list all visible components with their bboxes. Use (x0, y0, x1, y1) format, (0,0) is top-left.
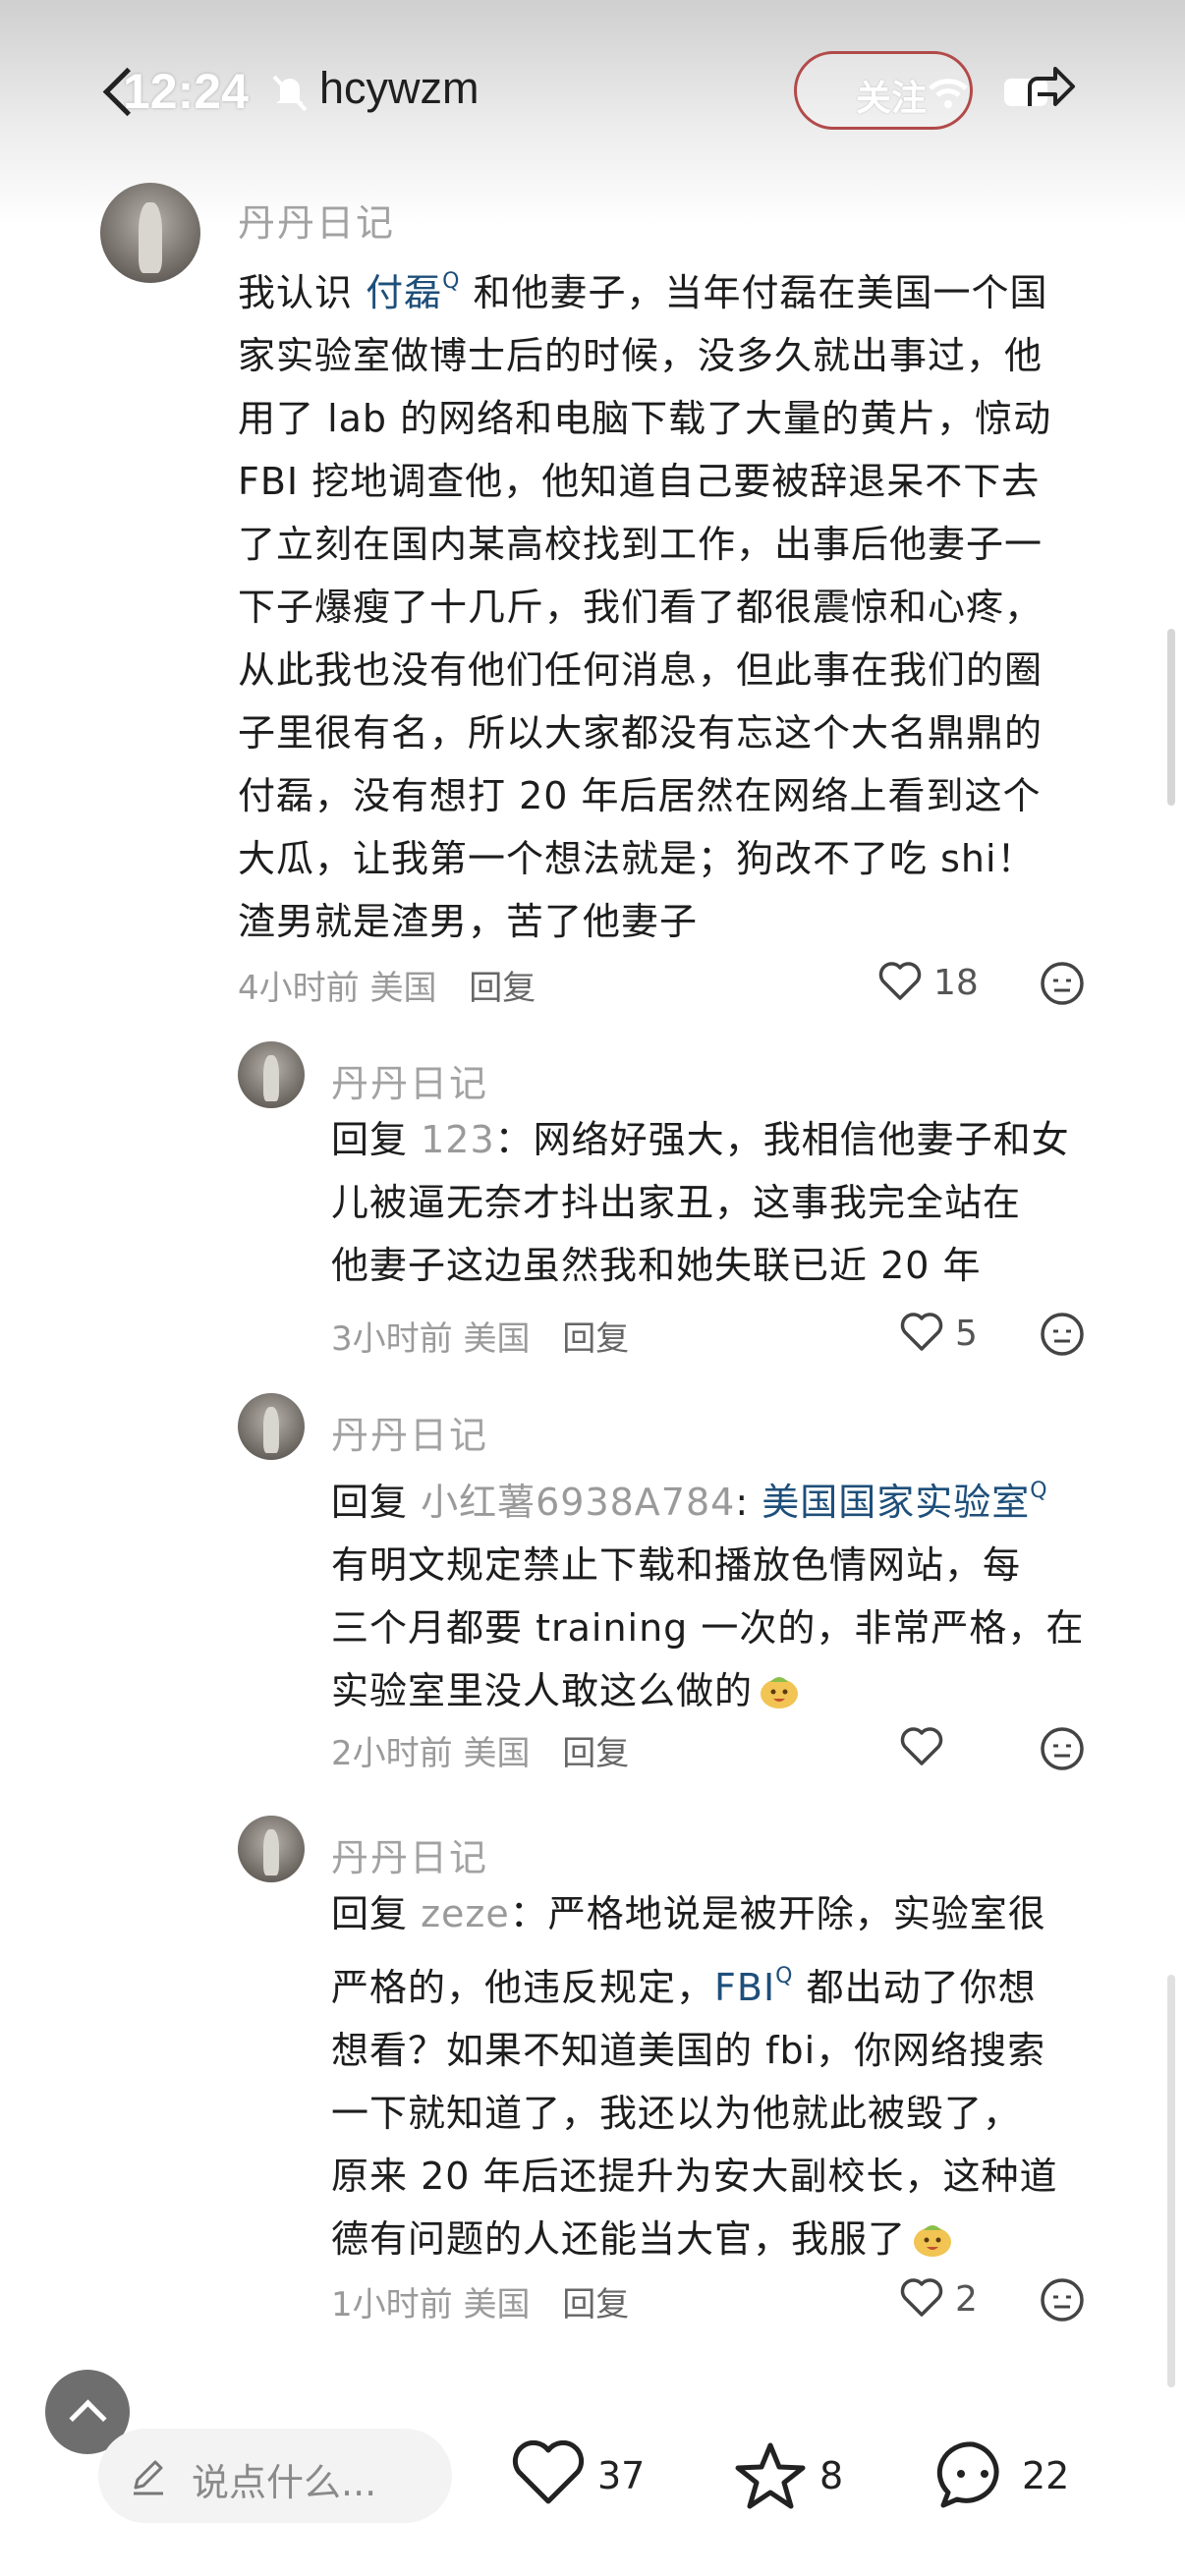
comment-meta: 1小时前 美国 回复 (331, 2277, 629, 2325)
heart-icon[interactable] (877, 961, 923, 1002)
laughing-emoji-icon (914, 2225, 952, 2257)
comment-text: 回复 小红薯6938A784: 美国国家实验室Q 有明文规定禁止下载和播放色情网… (331, 1479, 1085, 1712)
comment-bubble-icon[interactable] (935, 2438, 1010, 2513)
reply-button[interactable]: 回复 (562, 1734, 629, 1773)
comment-meta: 2小时前 美国 回复 (331, 1726, 629, 1774)
pencil-icon (134, 2460, 163, 2495)
top-bar: 12:24 hcywzm 关注 (0, 0, 1185, 187)
comment-author[interactable]: 丹丹日记 (331, 1827, 488, 1881)
comment-author[interactable]: 丹丹日记 (331, 1053, 488, 1107)
comment-count: 22 (1022, 2454, 1070, 2497)
comment-location: 美国 (463, 2285, 531, 2324)
comment-time: 3小时前 (331, 1319, 453, 1359)
emoji-react-icon[interactable] (1040, 961, 1085, 1006)
avatar[interactable] (238, 1041, 305, 1108)
comment-text: 我认识 付磊Q 和他妻子，当年付磊在美国一个国 家实验室做博士后的时候，没多久就… (238, 269, 1052, 943)
scrollbar-track (1167, 1975, 1175, 2387)
search-icon: Q (775, 1964, 794, 1988)
emoji-react-icon[interactable] (1040, 1726, 1085, 1771)
mention-link[interactable]: 付磊 (366, 271, 442, 314)
avatar[interactable] (238, 1816, 305, 1882)
reply-button[interactable]: 回复 (562, 1319, 629, 1359)
comment-meta: 3小时前 美国 回复 (331, 1312, 629, 1360)
comment-time: 1小时前 (331, 2285, 453, 2324)
reply-to-user[interactable]: 123 (421, 1118, 495, 1161)
mention-link[interactable]: FBI (714, 1966, 775, 2009)
like-count: 5 (955, 1314, 978, 1354)
emoji-react-icon[interactable] (1040, 1312, 1085, 1357)
comment-author[interactable]: 丹丹日记 (331, 1405, 488, 1459)
search-icon: Q (1030, 1479, 1048, 1503)
comment-text: 回复 zeze：严格地说是被开除，实验室很 严格的，他违反规定，FBIQ 都出动… (331, 1892, 1058, 2261)
star-icon[interactable] (733, 2440, 808, 2511)
comment-meta: 4小时前 美国 回复 (238, 961, 536, 1009)
chevron-up-icon (69, 2399, 107, 2437)
like-heart-icon[interactable] (511, 2440, 586, 2507)
heart-icon[interactable] (899, 1726, 944, 1767)
share-icon[interactable] (1022, 61, 1077, 116)
heart-icon[interactable] (899, 2277, 944, 2319)
comment-location: 美国 (463, 1734, 531, 1773)
emoji-react-icon[interactable] (1040, 2277, 1085, 2323)
avatar[interactable] (100, 183, 200, 283)
avatar[interactable] (238, 1393, 305, 1460)
mute-bell-icon (272, 75, 308, 112)
status-clock: 12:24 (123, 64, 249, 119)
comment-location: 美国 (369, 969, 437, 1008)
scrollbar[interactable] (1167, 629, 1175, 806)
heart-icon[interactable] (899, 1312, 944, 1353)
wifi-icon (929, 79, 968, 108)
favorite-count: 8 (819, 2454, 844, 2497)
author-name[interactable]: hcywzm (319, 63, 480, 114)
comment-time: 2小时前 (331, 1734, 453, 1773)
reply-to-user[interactable]: zeze (421, 1892, 510, 1935)
reply-to-user[interactable]: 小红薯6938A784 (421, 1481, 735, 1524)
follow-label: 关注 (856, 79, 928, 119)
like-count: 18 (933, 963, 979, 1003)
comment-author[interactable]: 丹丹日记 (238, 193, 395, 247)
search-icon: Q (442, 269, 461, 294)
reply-button[interactable]: 回复 (469, 969, 536, 1008)
comment-input-placeholder[interactable]: 说点什么... (192, 2452, 376, 2506)
comment-time: 4小时前 (238, 969, 360, 1008)
like-count: 37 (597, 2454, 646, 2497)
reply-button[interactable]: 回复 (562, 2285, 629, 2324)
laughing-emoji-icon (761, 1677, 799, 1708)
like-count: 2 (955, 2279, 978, 2320)
comment-location: 美国 (463, 1319, 531, 1359)
mention-link[interactable]: 美国国家实验室 (762, 1481, 1030, 1524)
comment-text: 回复 123：网络好强大，我相信他妻子和女 儿被逼无奈才抖出家丑，这事我完全站在… (331, 1118, 1070, 1287)
